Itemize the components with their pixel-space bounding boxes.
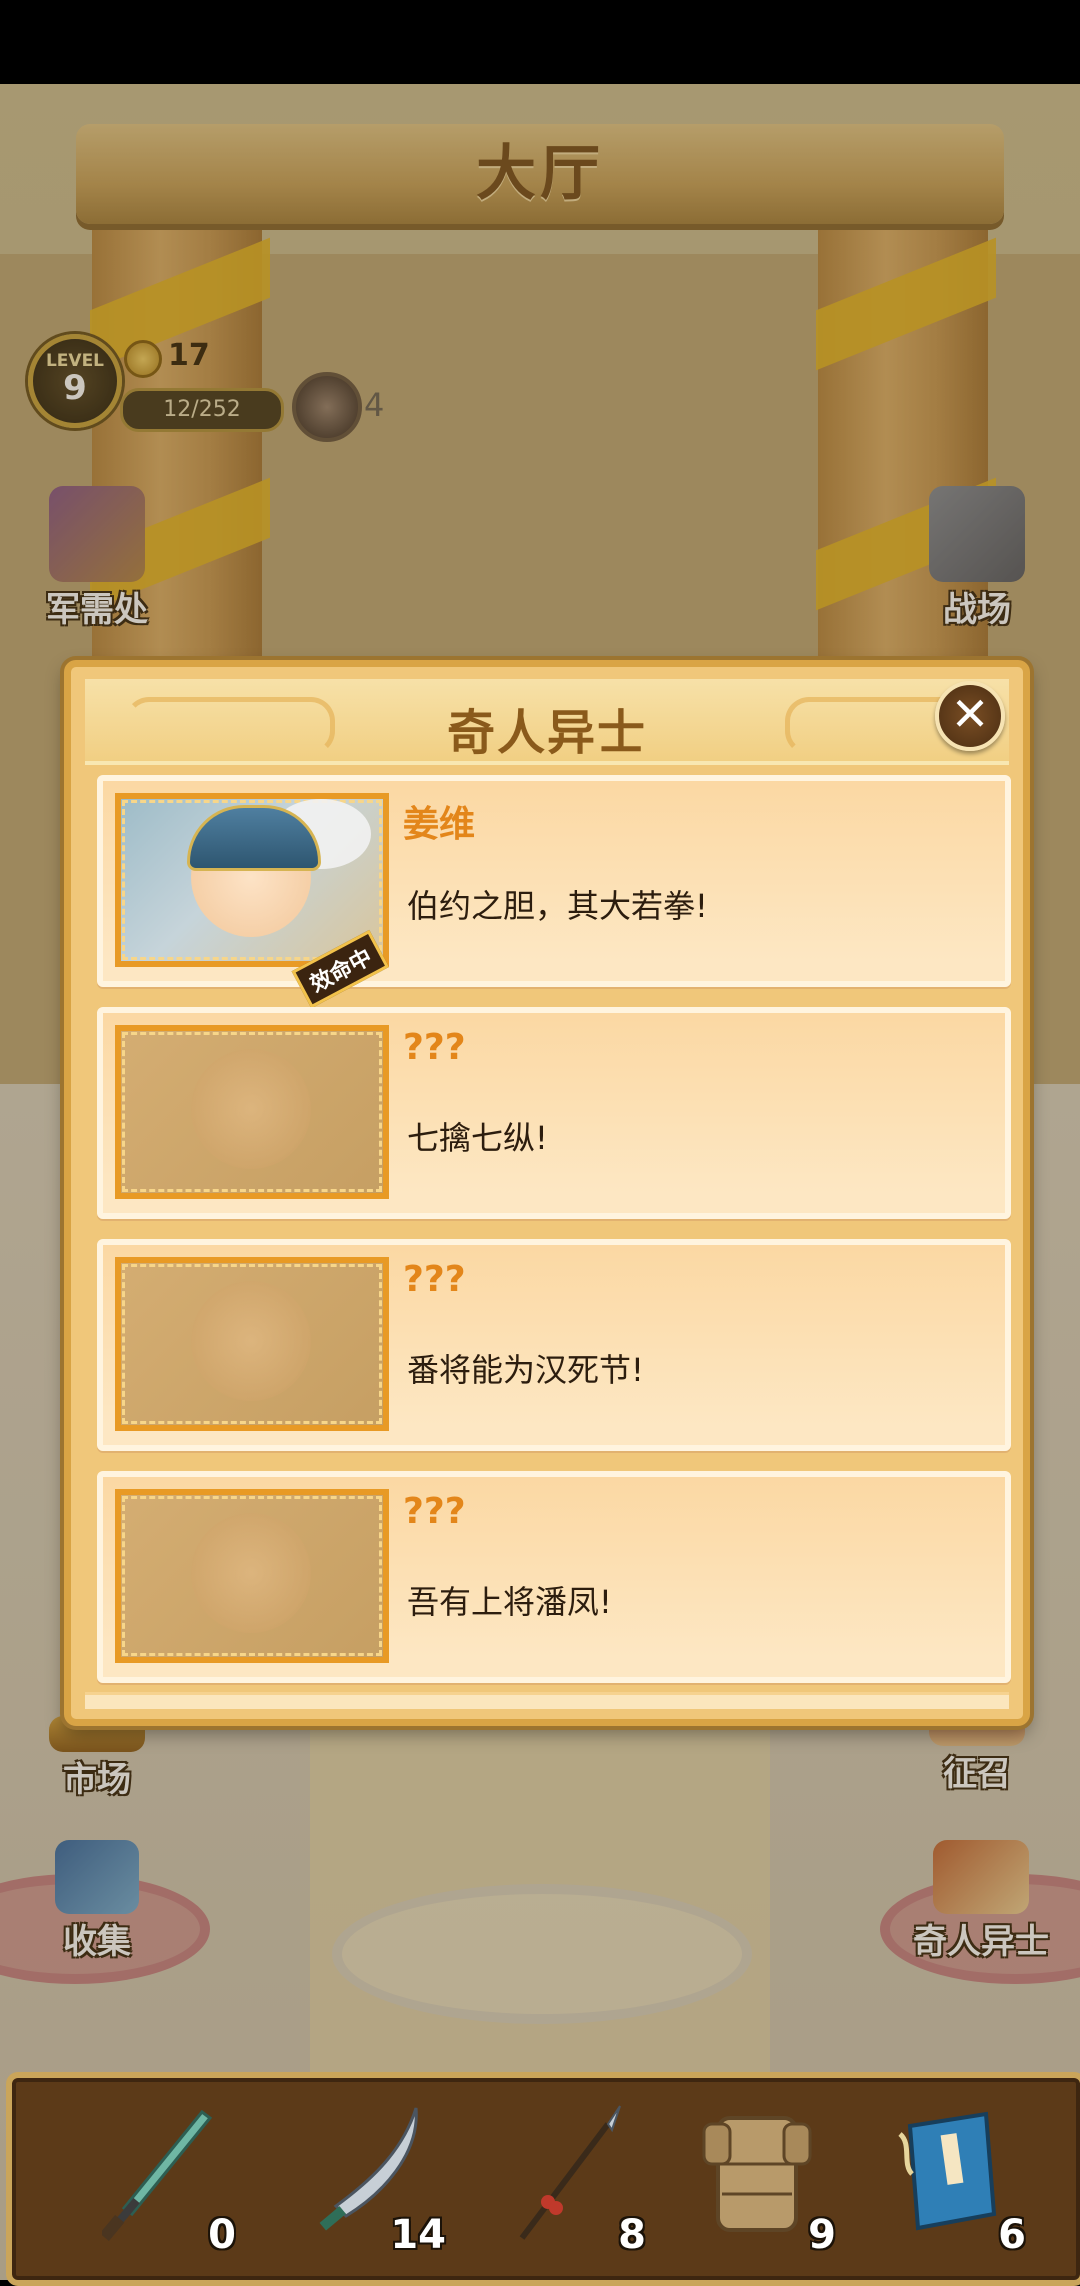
hero-portrait-locked [115,1489,389,1663]
talents-dialog: 奇人异士 ✕ 效命中 姜维 伯约之胆，其大若拳! ??? 七擒七纵! ??? 番… [64,660,1030,1726]
item-count: 6 [998,2212,1026,2258]
inventory-slot-sword[interactable]: 0 [72,2094,272,2264]
item-count: 9 [808,2212,836,2258]
hero-name: ??? [403,1491,466,1532]
inventory-slot-spear[interactable]: 8 [482,2094,682,2264]
hero-quote: 伯约之胆，其大若拳! [407,887,708,925]
hero-card[interactable]: ??? 番将能为汉死节! [97,1239,1011,1451]
hero-card[interactable]: ??? 吾有上将潘凤! [97,1471,1011,1683]
hero-quote: 七擒七纵! [407,1119,548,1157]
hero-silhouette [191,1281,311,1401]
dialog-list: 效命中 姜维 伯约之胆，其大若拳! ??? 七擒七纵! ??? 番将能为汉死节!… [97,775,1011,1695]
inventory-slot-broadsword[interactable]: 14 [282,2094,482,2264]
hero-card[interactable]: 效命中 姜维 伯约之胆，其大若拳! [97,775,1011,1009]
jade-sword-icon [102,2109,212,2242]
hero-name: ??? [403,1259,466,1300]
status-badge: 效命中 [291,929,389,1009]
inventory-slot-armor[interactable]: 9 [672,2094,872,2264]
dialog-header: 奇人异士 [85,679,1009,765]
hero-name: 姜维 [403,804,476,845]
hero-quote: 番将能为汉死节! [407,1351,644,1389]
spear-icon [519,2105,621,2240]
hero-portrait-locked [115,1257,389,1431]
hero-silhouette [191,1513,311,1633]
dialog-bottom-rail [85,1692,1009,1709]
armor-icon [702,2116,812,2232]
hero-portrait: 效命中 [115,793,389,1009]
hero-name: ??? [403,1027,466,1068]
book-icon [898,2111,997,2231]
hero-quote: 吾有上将潘凤! [407,1583,612,1621]
inventory-bar: 0 14 8 9 6 [6,2072,1080,2286]
inventory-slot-book[interactable]: 6 [862,2094,1062,2264]
item-count: 14 [390,2212,446,2258]
hero-silhouette [191,1049,311,1169]
item-count: 0 [208,2212,236,2258]
item-count: 8 [618,2212,646,2258]
hero-portrait-locked [115,1025,389,1199]
hero-card[interactable]: ??? 七擒七纵! [97,1007,1011,1219]
dialog-title: 奇人异士 [446,705,647,761]
close-button[interactable]: ✕ [935,681,1005,751]
